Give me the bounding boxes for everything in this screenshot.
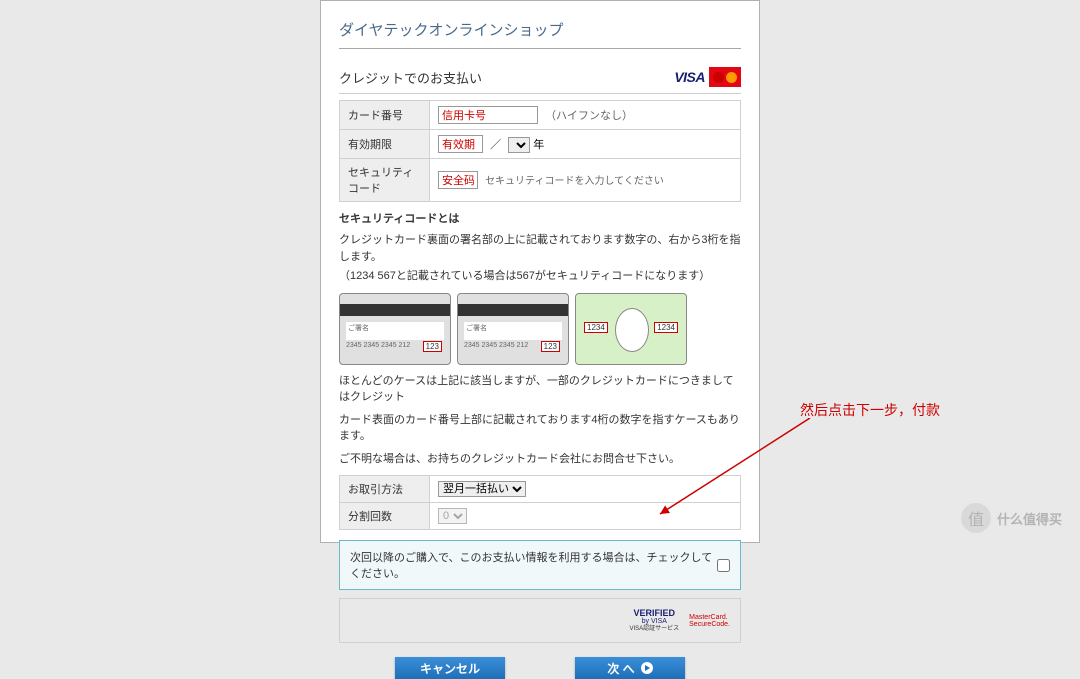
card-number-input[interactable] bbox=[438, 106, 538, 124]
button-row: キャンセル 次 へ bbox=[339, 657, 741, 679]
sec-info-desc1: クレジットカード裏面の署名部の上に記載されております数字の、右から3桁を指します… bbox=[339, 232, 741, 265]
expiry-year-select[interactable] bbox=[508, 137, 530, 153]
sec-note-3: ご不明な場合は、お持ちのクレジットカード会社にお問合せ下さい。 bbox=[339, 451, 741, 468]
mastercard-securecode-icon: MasterCard.SecureCode. bbox=[689, 614, 730, 628]
sec-note-2: カード表面のカード番号上部に記載されております4桁の数字を指すケースもあります。 bbox=[339, 412, 741, 445]
watermark: 值 什么值得买 bbox=[961, 503, 1062, 533]
card-logos: VISA bbox=[674, 67, 741, 87]
expiry-slash: ／ bbox=[490, 139, 501, 151]
payment-form: カード番号 （ハイフンなし） 有効期限 ／ 年 セキュリティコード セキュリティ… bbox=[339, 100, 741, 202]
card-back-illustration-1: ご署名 2345 2345 2345 212 123 bbox=[339, 293, 451, 365]
section-header: クレジットでのお支払い VISA bbox=[339, 67, 741, 94]
installments-label: 分割回数 bbox=[340, 503, 430, 530]
shop-title: ダイヤテックオンラインショップ bbox=[339, 19, 741, 49]
watermark-text: 什么值得买 bbox=[997, 509, 1062, 528]
secure-logos: VERIFIEDby VISA VISA認証サービス MasterCard.Se… bbox=[339, 598, 741, 643]
watermark-icon: 值 bbox=[961, 503, 991, 533]
card-front-illustration: 1234 1234 bbox=[575, 293, 687, 365]
method-select[interactable]: 翌月一括払い bbox=[438, 481, 526, 497]
visa-logo-icon: VISA bbox=[674, 69, 705, 85]
annotation-text: 然后点击下一步，付款 bbox=[800, 400, 940, 420]
sec-info-desc2: （1234 567と記載されている場合は567がセキュリティコードになります） bbox=[339, 268, 741, 285]
expiry-month-input[interactable] bbox=[438, 135, 483, 153]
security-code-label: セキュリティコード bbox=[340, 159, 430, 202]
expiry-year-suffix: 年 bbox=[533, 139, 544, 151]
save-payment-checkbox[interactable] bbox=[717, 559, 730, 572]
verified-by-visa-icon: VERIFIEDby VISA VISA認証サービス bbox=[629, 609, 679, 632]
sec-note-1: ほとんどのケースは上記に該当しますが、一部のクレジットカードにつきましてはクレジ… bbox=[339, 373, 741, 406]
next-button[interactable]: 次 へ bbox=[575, 657, 685, 679]
mastercard-logo-icon bbox=[709, 67, 741, 87]
expiry-label: 有効期限 bbox=[340, 130, 430, 159]
security-code-info: セキュリティコードとは クレジットカード裏面の署名部の上に記載されております数字… bbox=[339, 202, 741, 475]
security-code-input[interactable] bbox=[438, 171, 478, 189]
installments-select[interactable]: 0 bbox=[438, 508, 467, 524]
security-code-placeholder: セキュリティコードを入力してください bbox=[485, 176, 664, 187]
save-payment-text: 次回以降のご購入で、このお支払い情報を利用する場合は、チェックしてください。 bbox=[350, 549, 717, 581]
card-back-illustration-2: ご署名 2345 2345 2345 212 123 bbox=[457, 293, 569, 365]
cancel-button[interactable]: キャンセル bbox=[395, 657, 505, 679]
sec-info-title: セキュリティコードとは bbox=[339, 210, 741, 226]
section-title: クレジットでのお支払い bbox=[339, 68, 482, 87]
card-number-label: カード番号 bbox=[340, 101, 430, 130]
card-number-hint: （ハイフンなし） bbox=[545, 110, 633, 122]
next-arrow-icon bbox=[641, 662, 653, 674]
card-illustrations: ご署名 2345 2345 2345 212 123 ご署名 2345 2345… bbox=[339, 293, 741, 365]
save-payment-box: 次回以降のご購入で、このお支払い情報を利用する場合は、チェックしてください。 bbox=[339, 540, 741, 590]
method-label: お取引方法 bbox=[340, 476, 430, 503]
payment-method-table: お取引方法 翌月一括払い 分割回数 0 bbox=[339, 475, 741, 530]
payment-panel: ダイヤテックオンラインショップ クレジットでのお支払い VISA カード番号 （… bbox=[320, 0, 760, 543]
